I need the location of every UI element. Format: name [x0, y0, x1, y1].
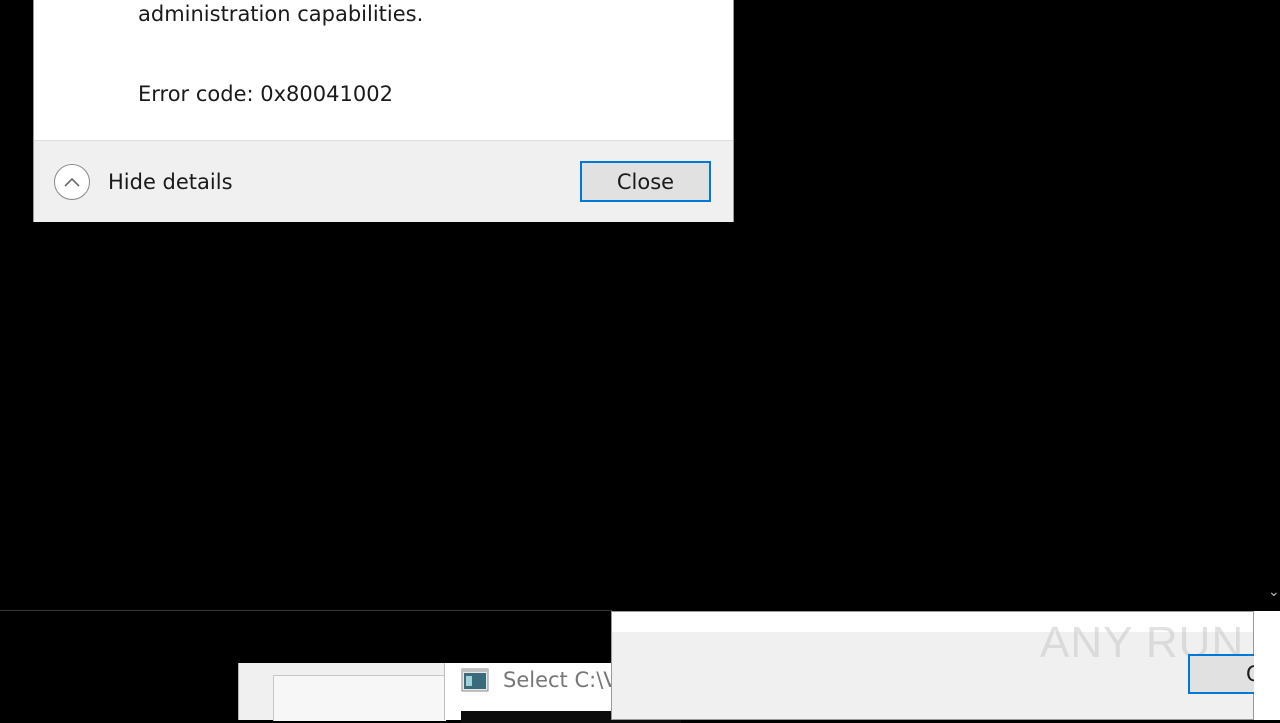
error-dialog: administration capabilities. Error code:… [33, 0, 734, 222]
window-title: Select C:\V [503, 668, 618, 692]
chevron-up-icon[interactable] [54, 164, 90, 200]
select-console-window[interactable]: Select C:\V [444, 663, 681, 723]
console-window-strip [0, 610, 612, 663]
dialog-footer: Hide details Close [34, 140, 733, 222]
error-code-text: Error code: 0x80041002 [138, 82, 393, 106]
error-message: administration capabilities. [138, 2, 424, 26]
second-dialog: ANY RUN OK [611, 611, 1268, 720]
hide-details-toggle[interactable]: Hide details [54, 162, 233, 202]
chevron-down-icon[interactable]: ⌄ [1268, 584, 1280, 600]
background-window[interactable] [238, 663, 446, 721]
background-window-pane [273, 675, 446, 721]
close-button[interactable]: Close [580, 161, 711, 202]
hide-details-label: Hide details [108, 170, 233, 194]
console-window-icon [461, 668, 489, 692]
window-edge [1254, 611, 1280, 720]
